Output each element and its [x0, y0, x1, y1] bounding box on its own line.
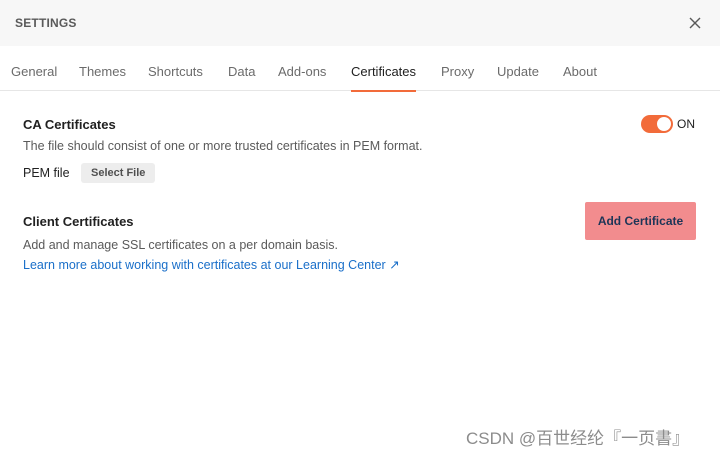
window-title: SETTINGS [15, 16, 77, 30]
ca-certificates-title: CA Certificates [23, 117, 116, 132]
close-button[interactable] [684, 12, 706, 34]
tab-themes[interactable]: Themes [79, 46, 126, 91]
client-certificates-title: Client Certificates [23, 214, 134, 229]
pem-file-label: PEM file [23, 166, 70, 180]
tab-shortcuts[interactable]: Shortcuts [148, 46, 203, 91]
client-certificates-description: Add and manage SSL certificates on a per… [23, 238, 339, 252]
watermark-text: CSDN @百世经纶『一页書』 [466, 429, 690, 448]
tab-about[interactable]: About [563, 46, 597, 91]
tab-certificates[interactable]: Certificates [351, 46, 417, 92]
add-certificate-button[interactable]: Add Certificate [585, 202, 696, 240]
select-file-button[interactable]: Select File [81, 163, 156, 183]
toggle-knob [657, 117, 671, 131]
tab-add-ons[interactable]: Add-ons [278, 46, 326, 91]
tab-proxy[interactable]: Proxy [441, 46, 474, 91]
learning-center-link[interactable]: Learn more about working with certificat… [23, 257, 400, 272]
ca-certificates-description: The file should consist of one or more t… [23, 139, 423, 153]
settings-tabs: General Themes Shortcuts Data Add-ons Ce… [0, 46, 720, 92]
tab-general[interactable]: General [11, 46, 57, 91]
settings-window: SETTINGS General Themes Shortcuts Data A… [0, 0, 720, 453]
ca-certificates-toggle[interactable] [641, 115, 673, 133]
tab-data[interactable]: Data [228, 46, 255, 91]
title-bar: SETTINGS [0, 0, 720, 46]
tab-update[interactable]: Update [497, 46, 539, 91]
toggle-state-label: ON [677, 117, 695, 131]
close-icon [689, 17, 701, 29]
